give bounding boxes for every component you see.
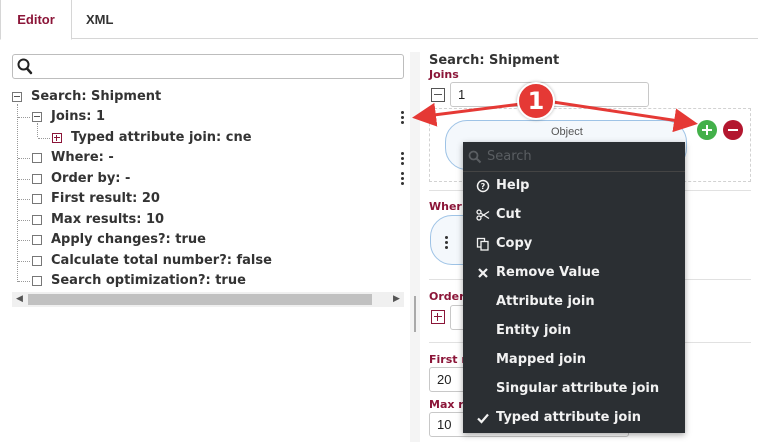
- annotation-badge: 1: [517, 82, 555, 120]
- annotation-arrows: [412, 100, 698, 133]
